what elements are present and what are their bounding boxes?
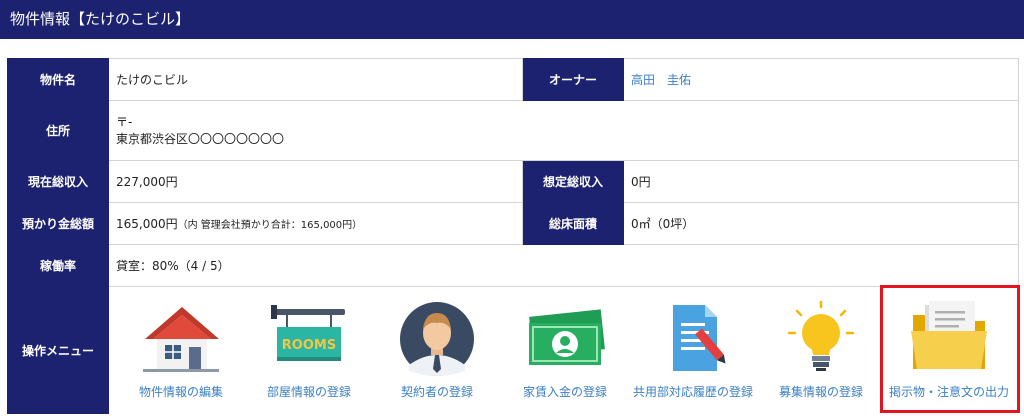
menu-label: 共用部対応履歴の登録 <box>632 385 753 399</box>
page-header: 物件情報【たけのこビル】 <box>0 0 1024 39</box>
banknote-icon <box>529 309 605 365</box>
property-info-table: 物件名 たけのこビル オーナー 高田 圭佑 住所 〒- 東京都渋谷区〇〇〇〇〇〇… <box>7 58 1019 414</box>
menu-label: 募集情報の登録 <box>778 385 863 399</box>
menu-edit-property[interactable]: 物件情報の編集 <box>121 287 241 413</box>
menu-label: 契約者の登録 <box>400 385 473 399</box>
label-income: 現在総収入 <box>7 160 109 203</box>
house-icon <box>143 307 219 372</box>
value-address: 東京都渋谷区〇〇〇〇〇〇〇〇 <box>116 131 285 146</box>
owner-link[interactable]: 高田 圭佑 <box>631 73 691 87</box>
menu-register-rent[interactable]: 家賃入金の登録 <box>505 287 625 413</box>
document-pen-icon <box>673 305 726 371</box>
label-menu: 操作メニュー <box>7 286 109 414</box>
label-expected: 想定総収入 <box>522 160 624 203</box>
row-menu: 操作メニュー 物件情報の編集 ROOMS 部屋情報の登録 契約者の登録 家賃入金… <box>7 286 1019 414</box>
menu-register-recruitment[interactable]: 募集情報の登録 <box>761 287 881 413</box>
menu-label: 掲示物・注意文の出力 <box>888 385 1009 399</box>
label-floor: 総床面積 <box>522 202 624 245</box>
label-address: 住所 <box>7 100 109 161</box>
value-floor: 0㎡（0坪） <box>623 202 1019 245</box>
value-deposit: 165,000円 <box>116 217 178 231</box>
menu-register-tenant[interactable]: 契約者の登録 <box>377 287 497 413</box>
row-income: 現在総収入 227,000円 想定総収入 0円 <box>7 160 1019 203</box>
label-owner: オーナー <box>522 58 624 101</box>
row-occupancy: 稼働率 貸室：80%（4 / 5） <box>7 244 1019 287</box>
row-deposit: 預かり金総額 165,000円（内 管理会社預かり合計：165,000円） 総床… <box>7 202 1019 245</box>
value-income: 227,000円 <box>108 160 523 203</box>
folder-icon <box>911 301 987 369</box>
value-name: たけのこビル <box>108 58 523 101</box>
person-icon <box>400 302 474 376</box>
menu-register-common-area[interactable]: 共用部対応履歴の登録 <box>633 287 753 413</box>
operation-menu: 物件情報の編集 ROOMS 部屋情報の登録 契約者の登録 家賃入金の登録 共用部… <box>109 287 1018 413</box>
menu-output-notice[interactable]: 掲示物・注意文の出力 <box>889 287 1009 413</box>
menu-register-room[interactable]: ROOMS 部屋情報の登録 <box>249 287 369 413</box>
row-address: 住所 〒- 東京都渋谷区〇〇〇〇〇〇〇〇 <box>7 100 1019 161</box>
deposit-note: （内 管理会社預かり合計：165,000円） <box>177 220 363 231</box>
value-expected: 0円 <box>623 160 1019 203</box>
label-deposit: 預かり金総額 <box>7 202 109 245</box>
rooms-sign-icon: ROOMS <box>271 305 345 361</box>
value-occupancy: 貸室：80%（4 / 5） <box>108 244 1019 287</box>
menu-label: 部屋情報の登録 <box>266 385 351 399</box>
postal-code: 〒- <box>116 114 133 129</box>
lightbulb-icon <box>787 301 855 371</box>
menu-label: 物件情報の編集 <box>138 385 223 399</box>
page-title: 物件情報【たけのこビル】 <box>10 10 191 28</box>
row-name: 物件名 たけのこビル オーナー 高田 圭佑 <box>7 58 1019 101</box>
menu-label: 家賃入金の登録 <box>522 385 607 399</box>
label-occupancy: 稼働率 <box>7 244 109 287</box>
rooms-sign-text: ROOMS <box>282 338 336 353</box>
label-name: 物件名 <box>7 58 109 101</box>
